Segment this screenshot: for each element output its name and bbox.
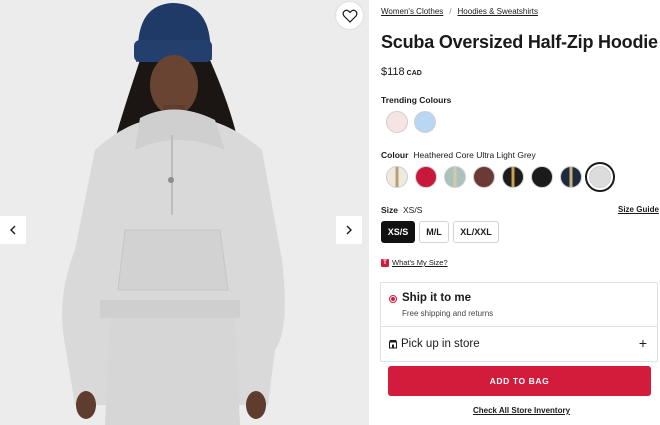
check-store-inventory-link[interactable]: Check All Store Inventory (369, 406, 660, 415)
size-option-m-l[interactable]: M/L (419, 221, 449, 243)
size-label-text: Size (381, 205, 399, 215)
size-option-xl-xxl[interactable]: XL/XXL (453, 221, 499, 243)
size-tool-icon: T (381, 258, 389, 267)
size-option-xs-s[interactable]: XS/S (381, 221, 415, 243)
selected-colour-name: Heathered Core Ultra Light Grey (413, 150, 536, 160)
black-gold-swatch[interactable] (502, 166, 524, 188)
colour-label-text: Colour (381, 150, 409, 160)
add-to-bag-button[interactable]: ADD TO BAG (388, 366, 651, 396)
wishlist-button[interactable] (336, 2, 363, 29)
price-amount: $118 (381, 66, 405, 78)
size-label: Size XS/S (381, 205, 422, 215)
red-swatch[interactable] (415, 166, 437, 188)
whats-my-size-link[interactable]: T What's My Size? (381, 258, 448, 267)
navy-stripe-swatch[interactable] (560, 166, 582, 188)
chevron-right-icon (346, 225, 352, 235)
pickup-in-store-option[interactable]: Pick up in store + (380, 326, 658, 362)
product-price: $118 CAD (381, 66, 422, 78)
size-guide-link[interactable]: Size Guide (618, 205, 659, 214)
chevron-left-icon (10, 225, 16, 235)
light-grey-swatch[interactable] (585, 162, 615, 192)
breadcrumb-link-womens-clothes[interactable]: Women's Clothes (381, 7, 443, 16)
next-image-button[interactable] (336, 216, 362, 244)
pale-pink-swatch[interactable] (386, 111, 408, 133)
store-icon (389, 340, 397, 349)
pickup-title: Pick up in store (401, 338, 480, 350)
colour-label: Colour Heathered Core Ultra Light Grey (381, 150, 536, 160)
product-details: Women's Clothes / Hoodies & Sweatshirts … (369, 0, 660, 425)
check-store-inventory-text: Check All Store Inventory (472, 406, 571, 415)
heart-icon (342, 9, 357, 23)
product-photo (0, 0, 369, 425)
breadcrumb-link-hoodies[interactable]: Hoodies & Sweatshirts (458, 7, 538, 16)
cream-stripe-swatch[interactable] (386, 166, 408, 188)
trending-colours-label: Trending Colours (381, 95, 452, 105)
black-swatch[interactable] (531, 166, 553, 188)
ship-radio-selected[interactable] (389, 295, 397, 303)
ship-subtitle: Free shipping and returns (402, 309, 494, 318)
product-gallery (0, 0, 369, 425)
ship-it-option[interactable]: Ship it to me Free shipping and returns (380, 282, 658, 326)
price-currency: CAD (406, 70, 422, 77)
breadcrumb-separator: / (449, 7, 452, 16)
selected-size: XS/S (403, 205, 423, 215)
brown-swatch[interactable] (473, 166, 495, 188)
ship-title: Ship it to me (402, 292, 471, 304)
whats-my-size-text: What's My Size? (392, 258, 448, 267)
breadcrumb: Women's Clothes / Hoodies & Sweatshirts (381, 7, 538, 16)
sage-stripe-swatch[interactable] (444, 166, 466, 188)
expand-plus-icon[interactable]: + (639, 335, 647, 351)
light-blue-swatch[interactable] (414, 111, 436, 133)
previous-image-button[interactable] (0, 216, 26, 244)
product-title: Scuba Oversized Half-Zip Hoodie (381, 32, 658, 52)
